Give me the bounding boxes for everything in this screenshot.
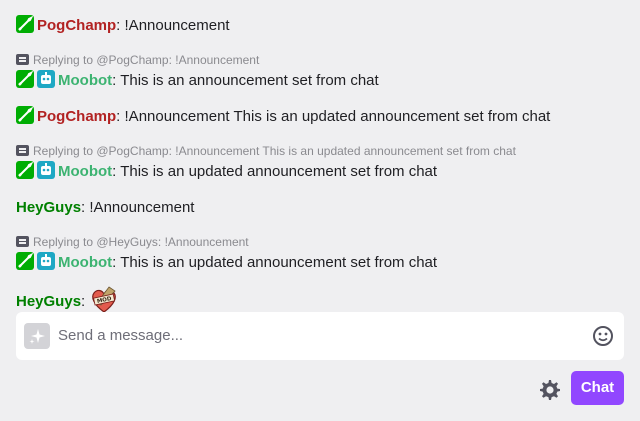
reply-icon [16, 54, 29, 65]
reply-context[interactable]: Replying to @PogChamp: !Announcement Thi… [16, 142, 626, 160]
chat-username[interactable]: HeyGuys [16, 199, 81, 216]
chat-input-bar[interactable]: Send a message... [16, 312, 624, 360]
reply-icon [16, 145, 29, 156]
chat-separator: : [112, 72, 121, 89]
chat-text: !Announcement This is an updated announc… [124, 108, 551, 125]
chat-message: Moobot: This is an updated announcement … [16, 251, 626, 277]
moderator-badge-icon[interactable] [16, 161, 34, 179]
reply-context[interactable]: Replying to @HeyGuys: !Announcement [16, 233, 626, 251]
reply-text: Replying to @HeyGuys: !Announcement [33, 235, 249, 249]
reply-context[interactable]: Replying to @PogChamp: !Announcement [16, 51, 626, 69]
chat-username[interactable]: Moobot [58, 72, 112, 89]
chat-username[interactable]: HeyGuys [16, 293, 81, 310]
chat-separator: : [112, 254, 121, 271]
mod-heart-emote-icon[interactable]: MOD [89, 285, 119, 315]
gear-icon[interactable] [537, 378, 561, 402]
chat-message: HeyGuys: !Announcement [16, 196, 626, 222]
chat-username[interactable]: PogChamp [37, 108, 116, 125]
smiley-icon[interactable] [592, 325, 614, 347]
chat-message: PogChamp: !Announcement This is an updat… [16, 105, 626, 131]
sparkle-icon[interactable] [24, 323, 50, 349]
chat-message: Moobot: This is an announcement set from… [16, 69, 626, 95]
bot-badge-icon[interactable] [37, 252, 55, 270]
chat-username[interactable]: PogChamp [37, 17, 116, 34]
moderator-badge-icon[interactable] [16, 70, 34, 88]
chat-text: !Announcement [124, 17, 230, 34]
chat-text: This is an updated announcement set from… [120, 254, 438, 271]
chat-text: This is an announcement set from chat [120, 72, 379, 89]
chat-send-button[interactable]: Chat [571, 371, 624, 405]
chat-separator: : [116, 17, 125, 34]
chat-message: HeyGuys: MOD [16, 285, 626, 315]
bot-badge-icon[interactable] [37, 161, 55, 179]
chat-username[interactable]: Moobot [58, 163, 112, 180]
chat-message: Moobot: This is an updated announcement … [16, 160, 626, 186]
chat-separator: : [81, 293, 90, 310]
moderator-badge-icon[interactable] [16, 15, 34, 33]
moderator-badge-icon[interactable] [16, 252, 34, 270]
chat-username[interactable]: Moobot [58, 254, 112, 271]
chat-message: PogChamp: !Announcement [16, 14, 626, 40]
chat-text: This is an updated announcement set from… [120, 163, 438, 180]
reply-text: Replying to @PogChamp: !Announcement [33, 53, 260, 67]
reply-text: Replying to @PogChamp: !Announcement Thi… [33, 144, 516, 158]
message-input-placeholder[interactable]: Send a message... [58, 327, 183, 344]
chat-separator: : [112, 163, 121, 180]
chat-separator: : [116, 108, 125, 125]
moderator-badge-icon[interactable] [16, 106, 34, 124]
chat-panel: PogChamp: !Announcement Replying to @Pog… [0, 0, 640, 421]
reply-icon [16, 236, 29, 247]
message-list: PogChamp: !Announcement Replying to @Pog… [16, 14, 626, 315]
chat-text: !Announcement [89, 199, 195, 216]
bot-badge-icon[interactable] [37, 70, 55, 88]
